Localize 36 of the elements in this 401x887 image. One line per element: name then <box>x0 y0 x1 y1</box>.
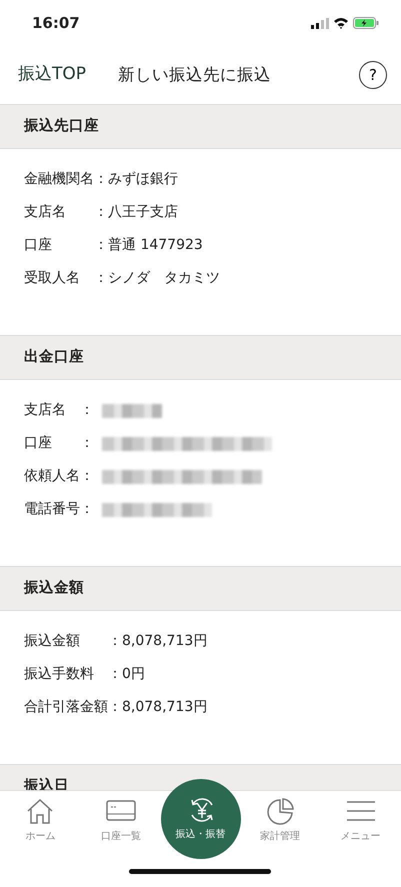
tab-item[interactable]: 振込・振替 <box>160 779 240 859</box>
field-value: ：八王子支店 <box>94 203 178 222</box>
field-label: 合計引落金額 <box>24 698 108 717</box>
field-label: 口座 <box>24 434 53 453</box>
signal-icon <box>311 18 329 28</box>
field-value: ：8,078,713円 <box>108 632 208 651</box>
back-link[interactable]: 振込TOP <box>18 62 86 88</box>
field-value: ：8,078,713円 <box>108 698 208 717</box>
field-label: 受取人名 <box>24 269 81 288</box>
redacted-text <box>102 404 162 418</box>
field-value: ： <box>80 500 94 519</box>
field-value: ：シノダ タカミツ <box>94 269 220 288</box>
field-label: 振込手数料 <box>24 665 95 684</box>
field-value: ：普通 1477923 <box>94 236 203 255</box>
field-value: ：0円 <box>108 665 145 684</box>
field-label: 支店名 <box>24 401 67 420</box>
battery-icon <box>353 17 379 29</box>
field-label: 依頼人名 <box>24 467 80 486</box>
help-button[interactable]: ? <box>359 61 387 89</box>
section-header: 出金口座 <box>0 335 401 380</box>
section-header: 振込先口座 <box>0 104 401 149</box>
wifi-icon <box>333 17 349 29</box>
field-value: ： <box>80 467 94 486</box>
section-header: 振込金額 <box>0 566 401 611</box>
home-icon <box>25 797 56 825</box>
field-value: ： <box>80 434 94 453</box>
field-label: 振込金額 <box>24 632 81 651</box>
field-value: ： <box>80 401 94 420</box>
field-label: 支店名 <box>24 203 67 222</box>
page-title: 新しい振込先に振込 <box>118 64 272 86</box>
status-time: 16:07 <box>32 12 80 34</box>
field-label: 金融機関名 <box>24 170 94 189</box>
field-label: 電話番号 <box>24 500 80 519</box>
field-value: ：みずほ銀行 <box>94 170 178 189</box>
pie-chart-icon <box>264 797 295 825</box>
field-label: 口座 <box>24 236 53 255</box>
